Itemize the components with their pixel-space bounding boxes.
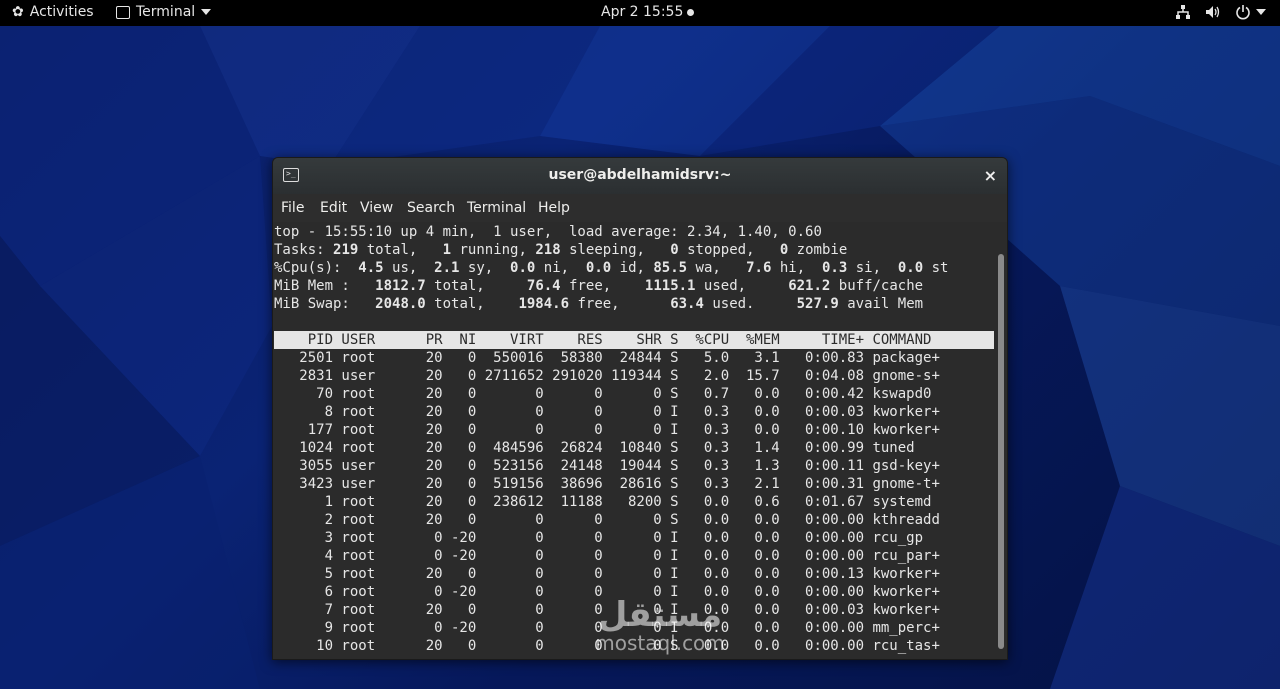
activities-button[interactable]: ✿ Activities: [12, 4, 94, 20]
menu-help[interactable]: Help: [538, 200, 570, 216]
gnome-icon: ✿: [12, 4, 24, 20]
notification-dot-icon: [687, 8, 695, 16]
clock-label: Apr 2 15:55: [601, 4, 684, 20]
close-button[interactable]: ×: [984, 166, 997, 185]
process-row: 8 root 20 0 0 0 0 I 0.3 0.0 0:00.03 kwor…: [274, 404, 940, 420]
process-row: 70 root 20 0 0 0 0 S 0.7 0.0 0:00.42 ksw…: [274, 386, 932, 402]
terminal-window[interactable]: >_ user@abdelhamidsrv:~ × File Edit View…: [272, 157, 1008, 660]
window-titlebar[interactable]: >_ user@abdelhamidsrv:~ ×: [273, 158, 1007, 194]
menu-search[interactable]: Search: [407, 200, 455, 216]
process-row: 3423 user 20 0 519156 38696 28616 S 0.3 …: [274, 476, 940, 492]
menu-view[interactable]: View: [360, 200, 393, 216]
network-icon: [1176, 5, 1190, 19]
process-row: 1024 root 20 0 484596 26824 10840 S 0.3 …: [274, 440, 915, 456]
menu-terminal[interactable]: Terminal: [467, 200, 526, 216]
terminal-output[interactable]: top - 15:55:10 up 4 min, 1 user, load av…: [273, 222, 995, 659]
app-menu-label: Terminal: [136, 4, 196, 20]
window-title: user@abdelhamidsrv:~: [548, 167, 732, 183]
menu-bar: File Edit View Search Terminal Help: [273, 194, 1007, 222]
volume-icon: [1206, 6, 1220, 18]
power-icon: [1236, 5, 1250, 20]
chevron-down-icon: [1256, 9, 1266, 15]
watermark-arabic: مستقل: [597, 595, 723, 635]
watermark: مستقل mostaql.com: [560, 598, 760, 654]
process-row: 4 root 0 -20 0 0 0 I 0.0 0.0 0:00.00 rcu…: [274, 548, 940, 564]
watermark-latin: mostaql.com: [595, 631, 725, 655]
process-row: 1 root 20 0 238612 11188 8200 S 0.0 0.6 …: [274, 494, 932, 510]
scrollbar-thumb[interactable]: [998, 254, 1004, 649]
terminal-icon: [116, 5, 130, 19]
activities-label: Activities: [29, 4, 94, 20]
process-row: 5 root 20 0 0 0 0 I 0.0 0.0 0:00.13 kwor…: [274, 566, 940, 582]
clock-button[interactable]: Apr 2 15:55: [601, 4, 695, 20]
power-menu[interactable]: [1235, 4, 1266, 20]
process-table-header: PID USER PR NI VIRT RES SHR S %CPU %MEM …: [274, 331, 994, 349]
cpu-line: %Cpu(s): 4.5 us, 2.1 sy, 0.0 ni, 0.0 id,…: [274, 260, 949, 276]
process-row: 177 root 20 0 0 0 0 I 0.3 0.0 0:00.10 kw…: [274, 422, 940, 438]
process-row: 3055 user 20 0 523156 24148 19044 S 0.3 …: [274, 458, 940, 474]
process-row: 2831 user 20 0 2711652 291020 119344 S 2…: [274, 368, 940, 384]
swap-line: MiB Swap: 2048.0 total, 1984.6 free, 63.…: [274, 296, 924, 312]
process-row: 2 root 20 0 0 0 0 S 0.0 0.0 0:00.00 kthr…: [274, 512, 940, 528]
mem-line: MiB Mem : 1812.7 total, 76.4 free, 1115.…: [274, 278, 924, 294]
tasks-line: Tasks: 219 total, 1 running, 218 sleepin…: [274, 242, 848, 258]
system-tray[interactable]: [1175, 4, 1266, 20]
scrollbar[interactable]: [995, 222, 1007, 659]
top-bar: ✿ Activities Terminal Apr 2 15:55: [0, 0, 1280, 26]
chevron-down-icon: [201, 9, 212, 15]
process-row: 2501 root 20 0 550016 58380 24844 S 5.0 …: [274, 350, 940, 366]
menu-edit[interactable]: Edit: [320, 200, 347, 216]
process-row: 3 root 0 -20 0 0 0 I 0.0 0.0 0:00.00 rcu…: [274, 530, 924, 546]
top-summary-line: top - 15:55:10 up 4 min, 1 user, load av…: [274, 224, 822, 240]
menu-file[interactable]: File: [281, 200, 304, 216]
app-menu-button[interactable]: Terminal: [116, 4, 212, 20]
